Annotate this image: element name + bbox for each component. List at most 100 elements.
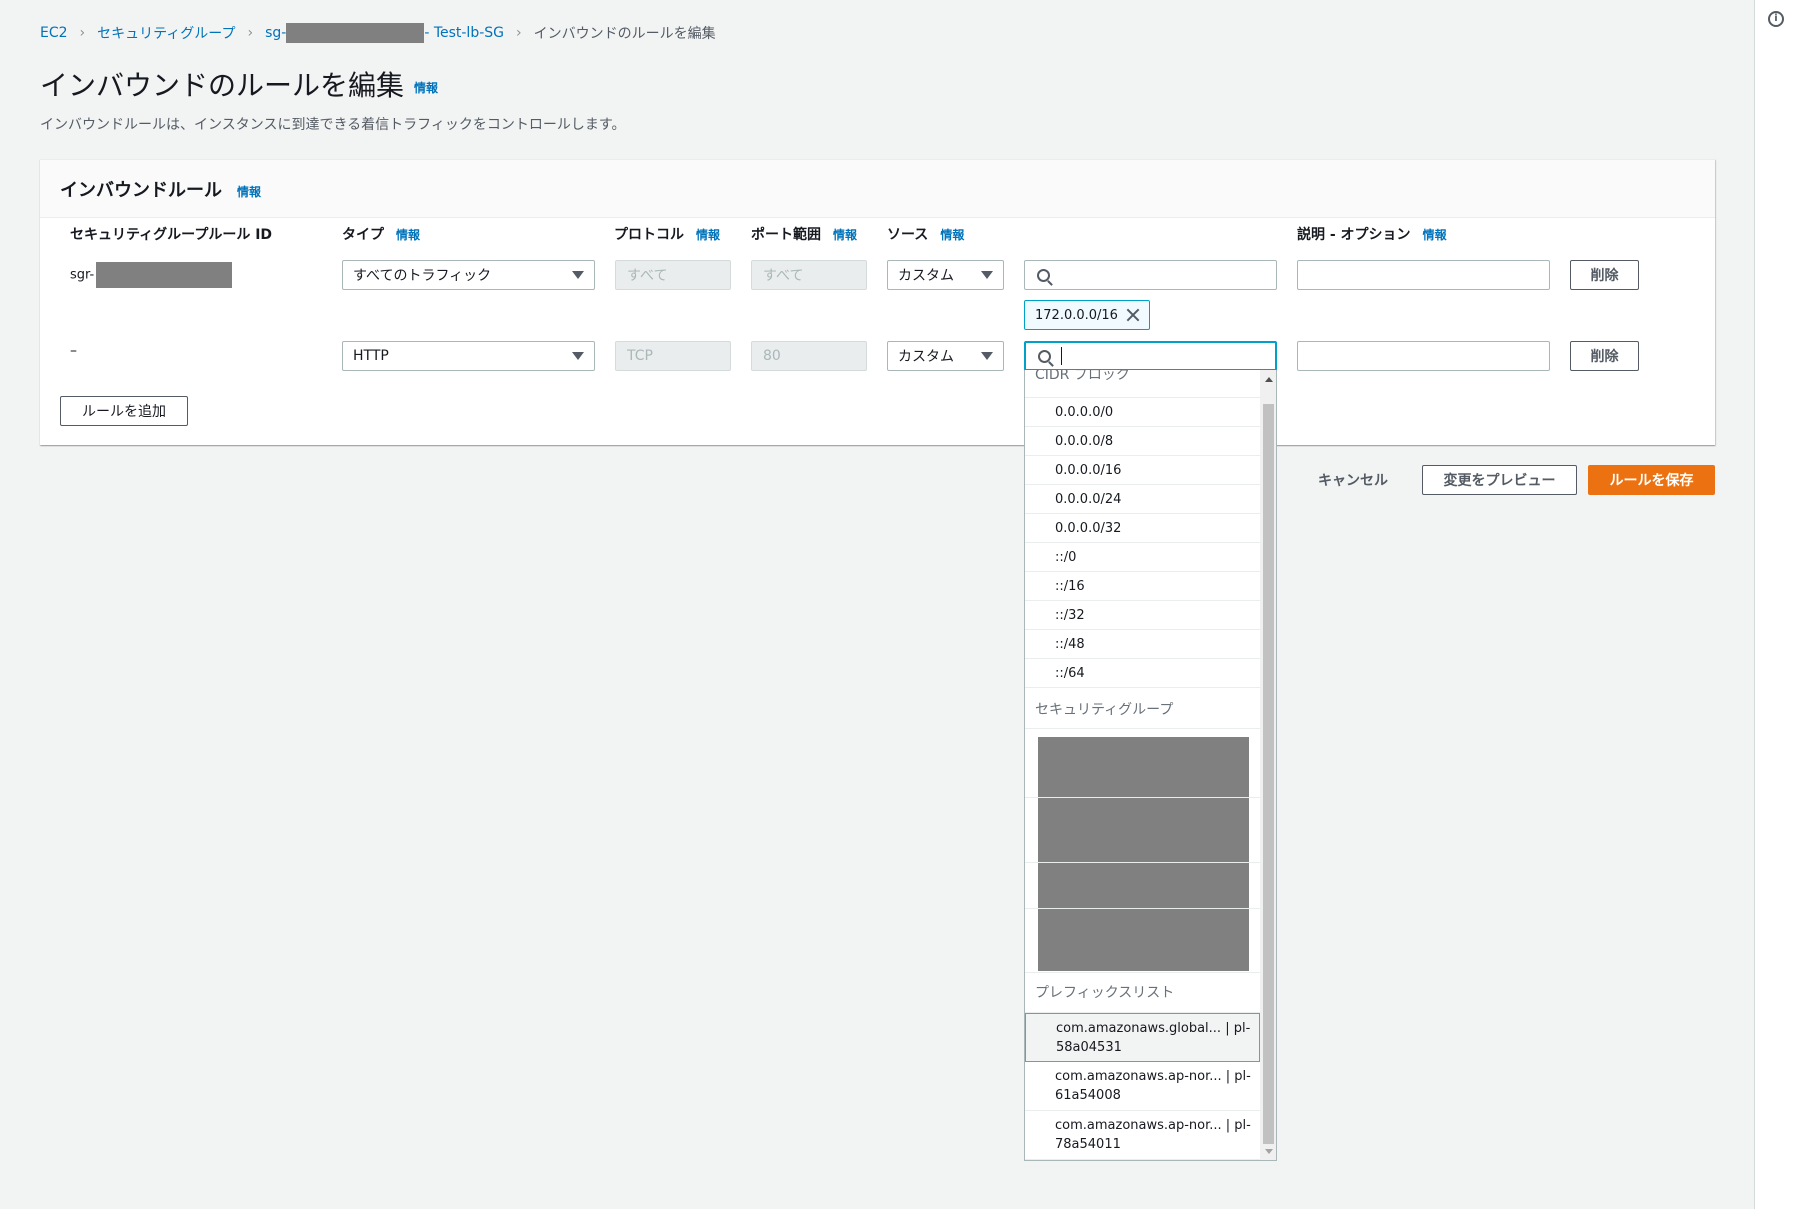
prefix-list-id: 78a54011	[1055, 1137, 1121, 1152]
cancel-button[interactable]: キャンセル	[1318, 470, 1388, 490]
type-select-value: すべてのトラフィック	[353, 268, 492, 284]
divider	[1025, 797, 1260, 798]
type-info-link[interactable]: 情報	[396, 228, 420, 242]
breadcrumb-ec2[interactable]: EC2	[40, 25, 68, 41]
source-type-value: カスタム	[898, 268, 954, 284]
info-icon[interactable]: i	[1768, 11, 1784, 27]
caret-down-icon	[572, 352, 584, 360]
cidr-option[interactable]: 0.0.0.0/8	[1025, 427, 1260, 456]
source-info-link[interactable]: 情報	[940, 228, 964, 242]
cidr-token: 172.0.0.0/16	[1024, 300, 1150, 330]
column-label: 説明 - オプション	[1297, 227, 1411, 243]
column-header-type: タイプ 情報	[342, 224, 420, 244]
cidr-option[interactable]: ::/16	[1025, 572, 1260, 601]
cidr-option[interactable]: 0.0.0.0/0	[1025, 398, 1260, 427]
panel-title: インバウンドルール	[60, 180, 222, 201]
divider	[1025, 972, 1260, 973]
caret-down-icon	[981, 271, 993, 279]
column-label: ポート範囲	[751, 227, 821, 243]
add-rule-button[interactable]: ルールを追加	[60, 396, 188, 426]
prefix-list-option[interactable]: com.amazonaws.ap-nor... | pl- 61a54008	[1025, 1062, 1260, 1111]
sg-prefix: sg-	[265, 25, 287, 41]
type-select-value: HTTP	[353, 348, 389, 364]
prefix-list-name: com.amazonaws.ap-nor... | pl-	[1055, 1069, 1251, 1084]
caret-down-icon	[981, 352, 993, 360]
scroll-down-icon[interactable]	[1265, 1149, 1273, 1154]
security-group-label: セキュリティグループ	[1035, 702, 1174, 718]
redacted-block	[286, 23, 425, 43]
search-icon	[1037, 268, 1050, 282]
cidr-group-label: CIDR ブロック	[1035, 370, 1130, 383]
column-label: プロトコル	[614, 227, 684, 243]
source-dropdown: CIDR ブロック 0.0.0.0/0 0.0.0.0/8 0.0.0.0/16 0.…	[1024, 370, 1277, 1161]
chevron-right-icon: ›	[247, 25, 254, 41]
column-header-port-range: ポート範囲 情報	[751, 224, 857, 244]
column-header-source: ソース 情報	[887, 224, 964, 244]
protocol-field: すべて	[615, 260, 731, 290]
cidr-option[interactable]: 0.0.0.0/24	[1025, 485, 1260, 514]
prefix-list-option[interactable]: com.amazonaws.global... | pl- 58a04531	[1025, 1013, 1260, 1062]
column-label: タイプ	[342, 227, 384, 243]
description-input[interactable]	[1297, 260, 1550, 290]
column-label: セキュリティグループルール ID	[70, 227, 273, 243]
right-tools-rail: i	[1754, 0, 1796, 1209]
dropdown-scrollbar[interactable]	[1260, 370, 1276, 1160]
column-header-protocol: プロトコル 情報	[614, 224, 720, 244]
inbound-rules-panel: インバウンドルール 情報	[40, 159, 1715, 445]
type-select[interactable]: HTTP	[342, 341, 595, 371]
page-description: インバウンドルールは、インスタンスに到達できる着信トラフィックをコントロールしま…	[40, 117, 626, 133]
source-type-value: カスタム	[898, 349, 954, 365]
prefix-list-id: 61a54008	[1055, 1088, 1121, 1103]
scroll-up-icon[interactable]	[1265, 377, 1273, 382]
cidr-option[interactable]: ::/32	[1025, 601, 1260, 630]
source-type-select[interactable]: カスタム	[887, 260, 1004, 290]
chevron-right-icon: ›	[516, 25, 522, 41]
column-label: ソース	[887, 227, 929, 243]
close-icon[interactable]	[1125, 307, 1141, 323]
save-rules-button[interactable]: ルールを保存	[1588, 465, 1715, 495]
panel-info-link[interactable]: 情報	[237, 183, 261, 200]
source-type-select[interactable]: カスタム	[887, 341, 1004, 371]
description-info-link[interactable]: 情報	[1423, 228, 1447, 242]
sg-suffix: - Test-lb-SG	[424, 25, 504, 41]
column-header-rule-id: セキュリティグループルール ID	[70, 224, 272, 244]
divider	[1025, 862, 1260, 863]
source-search-input[interactable]	[1024, 341, 1277, 371]
breadcrumb-security-groups[interactable]: セキュリティグループ	[97, 23, 235, 43]
breadcrumb-security-group[interactable]: sg- - Test-lb-SG	[265, 23, 504, 43]
port-range-field: すべて	[751, 260, 867, 290]
redacted-block	[96, 262, 233, 288]
port-range-field: 80	[751, 341, 867, 371]
prefix-list-name: com.amazonaws.global... | pl-	[1056, 1021, 1251, 1036]
text-cursor	[1061, 347, 1062, 365]
delete-button[interactable]: 削除	[1570, 341, 1639, 371]
breadcrumb: EC2 › セキュリティグループ › sg- - Test-lb-SG › インバ…	[40, 22, 716, 44]
prefix-list-id: 58a04531	[1056, 1040, 1122, 1055]
source-search-input[interactable]	[1024, 260, 1277, 290]
preview-changes-button[interactable]: 変更をプレビュー	[1422, 465, 1577, 495]
protocol-info-link[interactable]: 情報	[696, 228, 720, 242]
rule-id-cell: sgr-	[70, 262, 233, 288]
type-select[interactable]: すべてのトラフィック	[342, 260, 595, 290]
cidr-option[interactable]: ::/48	[1025, 630, 1260, 659]
prefix-list-name: com.amazonaws.ap-nor... | pl-	[1055, 1118, 1251, 1133]
cidr-option[interactable]: 0.0.0.0/32	[1025, 514, 1260, 543]
panel-header: インバウンドルール 情報	[40, 160, 1715, 218]
cidr-option[interactable]: ::/64	[1025, 659, 1260, 688]
prefix-list-label: プレフィックスリスト	[1035, 985, 1175, 1001]
rule-id-cell: –	[70, 343, 77, 359]
main-content: EC2 › セキュリティグループ › sg- - Test-lb-SG › インバ…	[0, 0, 1754, 1209]
page-title: インバウンドのルールを編集	[40, 69, 405, 102]
port-range-info-link[interactable]: 情報	[833, 228, 857, 242]
prefix-list-option[interactable]: com.amazonaws.ap-nor... | pl- 78a54011	[1025, 1111, 1260, 1160]
divider	[1025, 728, 1260, 729]
caret-down-icon	[572, 271, 584, 279]
description-input[interactable]	[1297, 341, 1550, 371]
rule-id-prefix: sgr-	[70, 267, 95, 283]
delete-button[interactable]: 削除	[1570, 260, 1639, 290]
divider	[1025, 908, 1260, 909]
page-info-link[interactable]: 情報	[414, 79, 438, 96]
cidr-option[interactable]: ::/0	[1025, 543, 1260, 572]
cidr-option[interactable]: 0.0.0.0/16	[1025, 456, 1260, 485]
scroll-thumb[interactable]	[1263, 404, 1274, 1144]
